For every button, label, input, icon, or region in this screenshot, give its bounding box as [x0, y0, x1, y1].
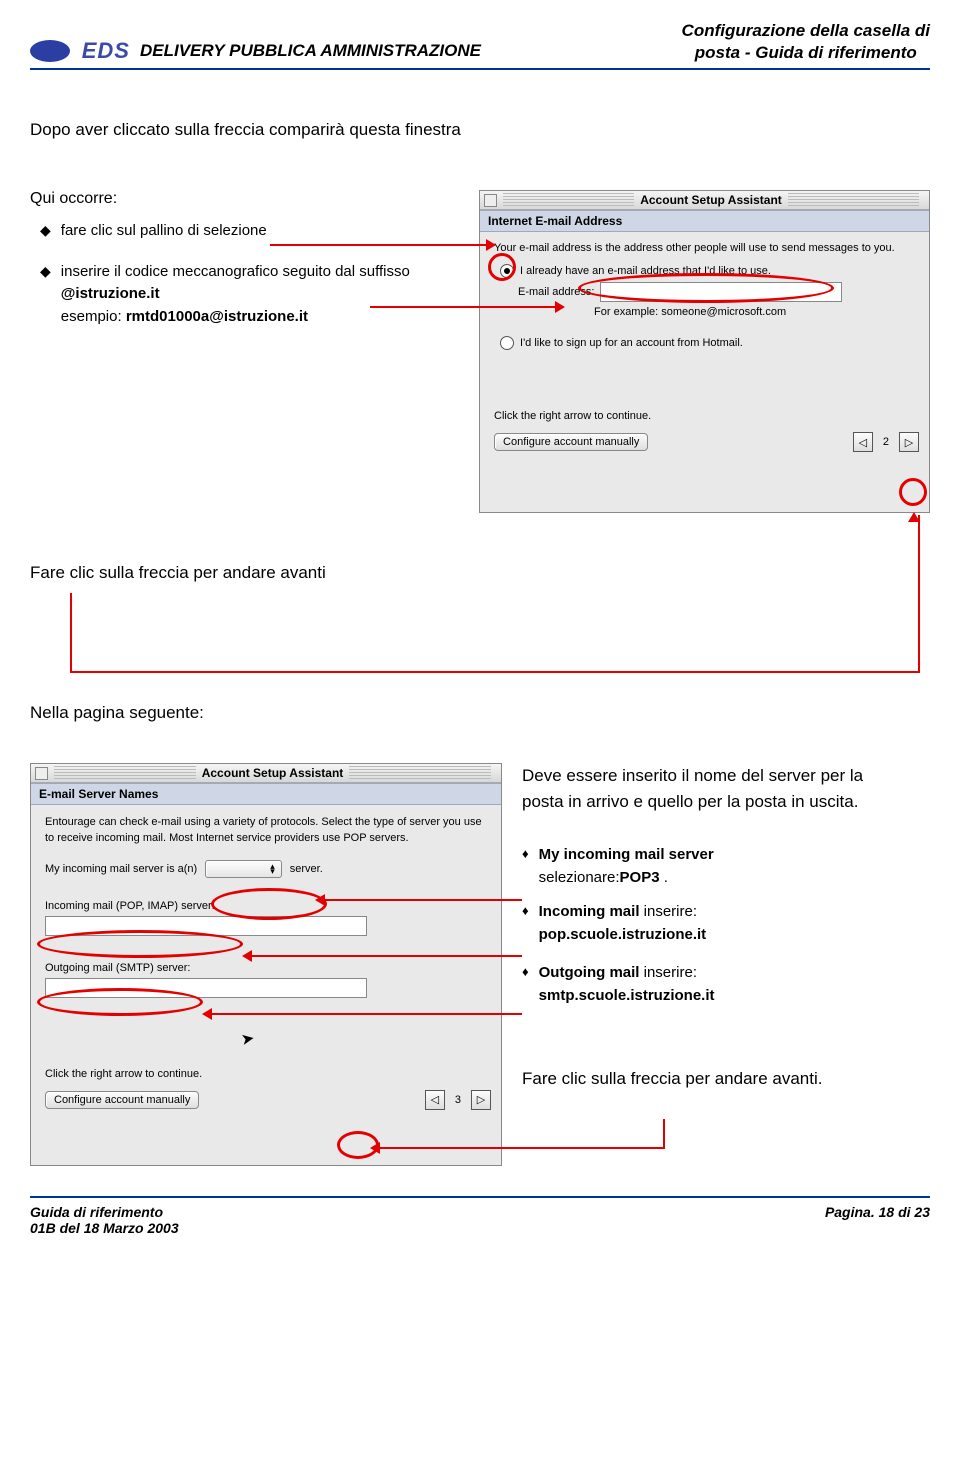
wizard-page-number: 3: [451, 1094, 465, 1106]
intro-text: Dopo aver cliccato sulla freccia compari…: [30, 120, 930, 140]
wizard-back-button[interactable]: ◁: [425, 1090, 445, 1110]
bullet-text: inserire il codice meccanografico seguit…: [61, 261, 459, 329]
annotation-line: [370, 306, 560, 308]
window-title: Account Setup Assistant: [202, 766, 344, 780]
radio-use-existing[interactable]: I already have an e-mail address that I'…: [500, 264, 919, 278]
email-address-input[interactable]: [600, 282, 842, 302]
account-setup-window: Account Setup Assistant Internet E-mail …: [479, 190, 930, 513]
bullet-text: Incoming mail inserire: pop.scuole.istru…: [539, 901, 707, 946]
bullet-item: ♦ My incoming mail server selezionare:PO…: [522, 844, 902, 889]
email-field-label: E-mail address:: [518, 286, 594, 298]
radio-hotmail[interactable]: I'd like to sign up for an account from …: [500, 336, 919, 350]
window-subheader: Internet E-mail Address: [480, 210, 929, 232]
click-hint: Click the right arrow to continue.: [45, 1068, 491, 1080]
annotation-arrowhead: [555, 301, 565, 313]
annotation-arrowhead: [486, 239, 496, 251]
bullet-item: ◆ inserire il codice meccanografico segu…: [40, 261, 459, 329]
annotation-arrowhead: [315, 894, 325, 906]
server-names-window: Account Setup Assistant E-mail Server Na…: [30, 763, 502, 1166]
wizard-description: Your e-mail address is the address other…: [494, 242, 919, 254]
dropdown-arrow-icon: ▴▾: [270, 864, 275, 873]
logo-text-outer: EDS: [82, 38, 130, 64]
window-subheader: E-mail Server Names: [31, 783, 501, 805]
example-text: For example: someone@microsoft.com: [594, 306, 919, 318]
radio-icon[interactable]: [500, 336, 514, 350]
diamond-bullet-icon: ◆: [40, 220, 51, 243]
server-type-dropdown[interactable]: ▴▾: [205, 860, 282, 878]
window-close-button[interactable]: [35, 767, 48, 780]
bullet-item: ♦ Incoming mail inserire: pop.scuole.ist…: [522, 901, 902, 946]
click-hint: Click the right arrow to continue.: [494, 410, 919, 422]
page-header: EDS EDS DELIVERY PUBBLICA AMMINISTRAZION…: [30, 20, 930, 70]
bullet-item: ◆ fare clic sul pallino di selezione: [40, 220, 459, 243]
incoming-mail-input[interactable]: [45, 916, 367, 936]
diamond-bullet-icon: ♦: [522, 844, 529, 889]
configure-manually-button[interactable]: Configure account manually: [45, 1091, 199, 1109]
mouse-cursor-icon: ➤: [239, 1028, 256, 1050]
annotation-line: [70, 671, 920, 673]
annotation-line: [918, 515, 920, 673]
final-note: Fare clic sulla freccia per andare avant…: [522, 1069, 902, 1089]
annotation-line: [70, 593, 72, 673]
annotation-line: [320, 899, 522, 901]
window-close-button[interactable]: [484, 194, 497, 207]
incoming-server-type-row: My incoming mail server is a(n) ▴▾ serve…: [45, 860, 491, 878]
diamond-bullet-icon: ♦: [522, 962, 529, 1007]
annotation-arrowhead: [908, 512, 920, 522]
wizard-next-button[interactable]: ▷: [899, 432, 919, 452]
window-title: Account Setup Assistant: [640, 193, 782, 207]
annotation-line: [663, 1119, 665, 1149]
footer-right: Pagina. 18 di 23: [825, 1204, 930, 1236]
outgoing-mail-input[interactable]: [45, 978, 367, 998]
annotation-line: [248, 955, 522, 957]
annotation-line: [208, 1013, 522, 1015]
wizard-back-button[interactable]: ◁: [853, 432, 873, 452]
annotation-line: [375, 1147, 665, 1149]
wizard-page-number: 2: [879, 436, 893, 448]
radio-icon[interactable]: [500, 264, 514, 278]
bullet-text: fare clic sul pallino di selezione: [61, 220, 267, 243]
header-right-title: Configurazione della casella di posta - …: [682, 20, 930, 64]
bullet-text: Outgoing mail inserire: smtp.scuole.istr…: [539, 962, 715, 1007]
annotation-arrowhead: [370, 1142, 380, 1154]
diamond-bullet-icon: ◆: [40, 261, 51, 329]
page-footer: Guida di riferimento 01B del 18 Marzo 20…: [30, 1196, 930, 1236]
outgoing-mail-label: Outgoing mail (SMTP) server:: [45, 962, 491, 974]
configure-manually-button[interactable]: Configure account manually: [494, 433, 648, 451]
incoming-mail-label: Incoming mail (POP, IMAP) server:: [45, 900, 491, 912]
qui-occorre-label: Qui occorre:: [30, 190, 459, 208]
annotation-arrowhead: [242, 950, 252, 962]
diamond-bullet-icon: ♦: [522, 901, 529, 946]
bullet-item: ♦ Outgoing mail inserire: smtp.scuole.is…: [522, 962, 902, 1007]
fare-clic-text: Fare clic sulla freccia per andare avant…: [30, 563, 326, 582]
wizard-next-button[interactable]: ▷: [471, 1090, 491, 1110]
footer-left: Guida di riferimento 01B del 18 Marzo 20…: [30, 1204, 179, 1236]
annotation-line: [270, 244, 490, 246]
note-server-names: Deve essere inserito il nome del server …: [522, 763, 902, 814]
header-left-title: DELIVERY PUBBLICA AMMINISTRAZIONE: [140, 41, 481, 61]
wizard-description: Entourage can check e-mail using a varie…: [45, 815, 491, 846]
logo: EDS EDS: [30, 38, 130, 64]
annotation-arrowhead: [202, 1008, 212, 1020]
next-page-label: Nella pagina seguente:: [30, 703, 930, 723]
bullet-text: My incoming mail server selezionare:POP3…: [539, 844, 714, 889]
